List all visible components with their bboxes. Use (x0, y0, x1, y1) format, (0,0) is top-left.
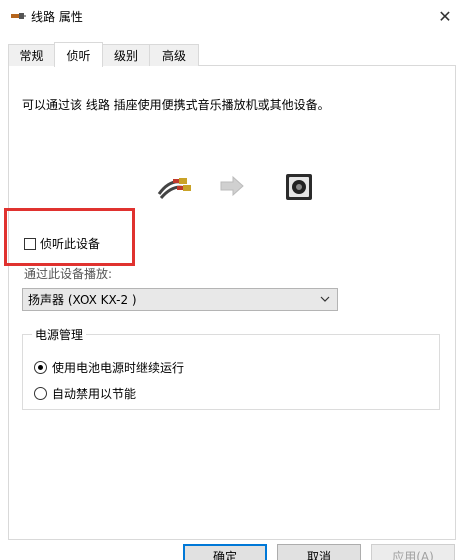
speaker-icon (286, 174, 312, 200)
tab-label: 级别 (113, 49, 138, 63)
tab-advanced[interactable]: 高级 (149, 44, 199, 66)
close-button[interactable]: ✕ (430, 2, 460, 30)
audio-cable-icon (157, 178, 191, 199)
power-management-title: 电源管理 (32, 326, 87, 343)
cancel-button[interactable]: 取消 (277, 544, 361, 560)
window-title: 线路 属性 (31, 10, 83, 24)
device-routing-illustration (157, 174, 312, 200)
ok-button-label: 确定 (212, 549, 237, 560)
apply-button-label: 应用(A) (392, 549, 434, 560)
title-bar: 线路 属性 ✕ (0, 0, 463, 32)
listen-description: 可以通过该 线路 插座使用便携式音乐播放机或其他设备。 (22, 98, 330, 112)
power-option-auto-disable[interactable]: 自动禁用以节能 (34, 385, 136, 402)
radio-button[interactable] (34, 361, 47, 374)
speaker-plug-icon (11, 13, 26, 19)
tab-general[interactable]: 常规 (8, 44, 55, 66)
power-option-keep-running[interactable]: 使用电池电源时继续运行 (34, 359, 184, 376)
close-icon: ✕ (438, 6, 452, 26)
listen-checkbox[interactable] (24, 237, 36, 250)
chevron-down-icon (320, 296, 330, 302)
tab-label: 高级 (161, 49, 186, 63)
ok-button[interactable]: 确定 (183, 544, 267, 560)
listen-checkbox-row[interactable]: 侦听此设备 (24, 235, 100, 252)
playback-device-label: 通过此设备播放: (24, 267, 113, 281)
listen-checkbox-label: 侦听此设备 (40, 237, 101, 251)
playback-device-select[interactable]: 扬声器 (XOX KX-2 ) (22, 288, 338, 311)
power-option-label: 使用电池电源时继续运行 (52, 361, 185, 375)
tab-levels[interactable]: 级别 (102, 44, 150, 66)
tab-listen[interactable]: 侦听 (54, 42, 103, 67)
apply-button[interactable]: 应用(A) (371, 544, 455, 560)
radio-button[interactable] (34, 387, 47, 400)
playback-device-value: 扬声器 (XOX KX-2 ) (28, 293, 137, 307)
tab-label: 侦听 (66, 48, 91, 63)
arrow-right-icon (220, 175, 244, 197)
cancel-button-label: 取消 (306, 549, 331, 560)
tab-label: 常规 (19, 49, 44, 63)
power-option-label: 自动禁用以节能 (52, 387, 137, 401)
